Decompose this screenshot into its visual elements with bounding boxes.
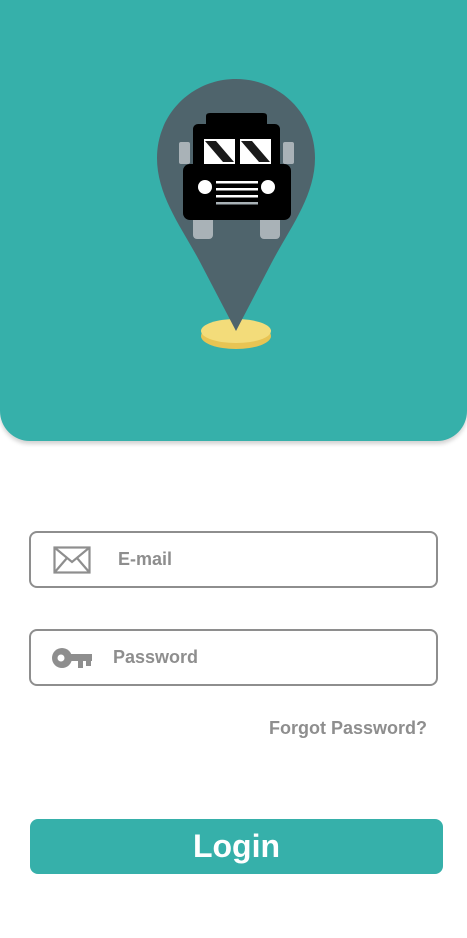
email-field[interactable] <box>29 531 438 588</box>
header-banner <box>0 0 467 441</box>
envelope-icon <box>53 545 91 574</box>
forgot-password-link[interactable]: Forgot Password? <box>269 718 427 739</box>
login-button[interactable]: Login <box>30 819 443 874</box>
email-input[interactable] <box>118 533 426 586</box>
password-field[interactable] <box>29 629 438 686</box>
key-icon <box>52 647 92 668</box>
login-screen: Forgot Password? Login <box>0 0 467 938</box>
password-input[interactable] <box>113 631 426 684</box>
truck-location-pin-icon <box>157 79 315 349</box>
